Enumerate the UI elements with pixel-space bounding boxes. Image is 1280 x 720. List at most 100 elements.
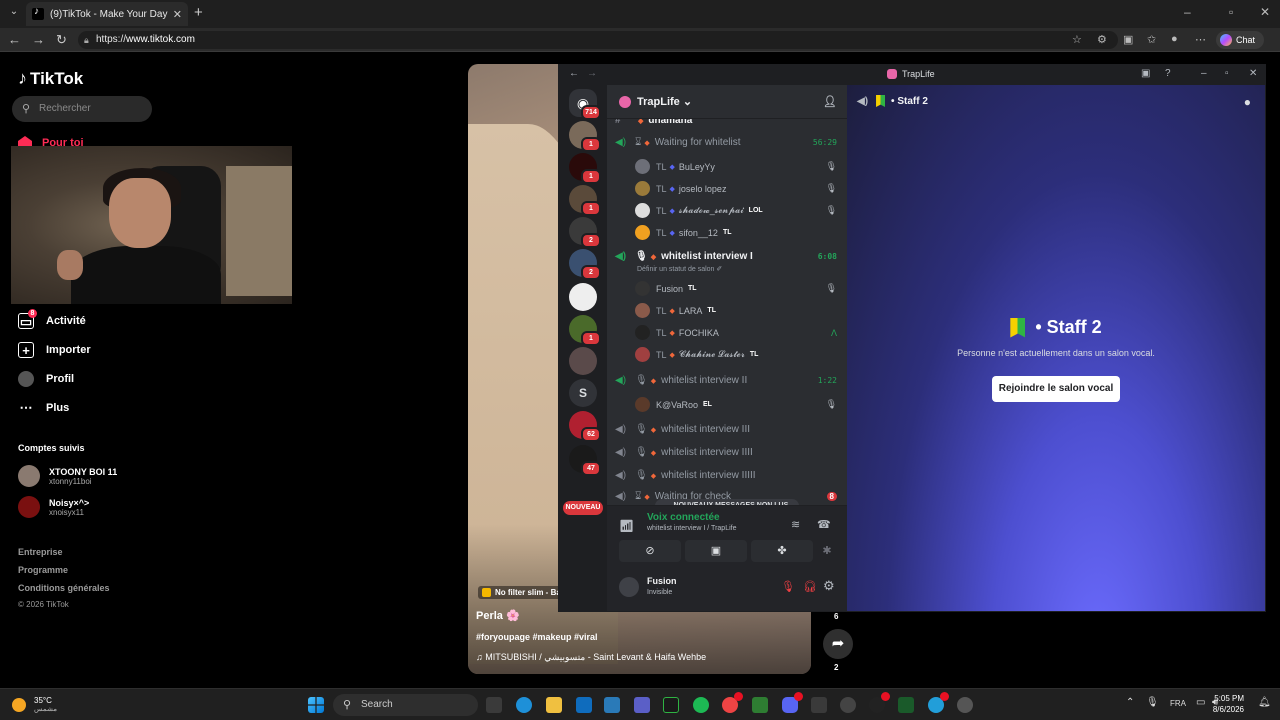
server-icon[interactable]: 1 (569, 185, 601, 216)
favorites-icon[interactable]: ✩ (1147, 33, 1156, 46)
language-indicator[interactable]: FRA (1170, 699, 1186, 708)
activities-button[interactable]: ✤ (751, 540, 813, 562)
join-voice-button[interactable]: Rejoindre le salon vocal (992, 376, 1120, 402)
weather-widget[interactable]: 35°C مشمس (12, 696, 57, 713)
teams-icon[interactable] (634, 697, 650, 713)
split-screen-icon[interactable]: ▣ (1123, 33, 1133, 46)
maximize-icon[interactable]: ▫ (1225, 68, 1229, 79)
footer-link[interactable]: Programme (18, 565, 68, 575)
inbox-icon[interactable]: ▣ (1141, 68, 1150, 79)
server-icon[interactable]: 47 (569, 445, 601, 476)
display-icon[interactable]: ▭ (1196, 697, 1205, 708)
server-icon[interactable]: 62 (569, 411, 601, 442)
nav-activite[interactable]: ▭ 8 Activité (18, 309, 86, 329)
settings-icon[interactable] (957, 697, 973, 713)
profile-icon[interactable]: ● (1171, 33, 1178, 45)
user-avatar[interactable] (619, 577, 639, 597)
search-input[interactable]: ⚲ Rechercher (12, 96, 152, 122)
spotify-icon[interactable] (693, 697, 709, 713)
server-icon[interactable]: 2 (569, 249, 601, 280)
extensions-icon[interactable]: ⚙ (1097, 33, 1107, 46)
voice-user[interactable]: TL ◆ BuLeyYy 🎙︎ (635, 159, 841, 174)
forward-icon[interactable]: → (32, 32, 45, 47)
tab-tiktok[interactable]: (9)TikTok - Make Your Day ✕ (26, 2, 188, 26)
mic-icon[interactable]: 🎙︎ (1146, 697, 1159, 708)
followed-account[interactable]: Noisy×^> xnoisyx11 (18, 496, 89, 518)
nav-importer[interactable]: + Importer (18, 342, 91, 358)
chat-bubble-icon[interactable]: ● (1244, 95, 1251, 109)
server-icon[interactable]: 1 (569, 153, 601, 184)
more-icon[interactable]: ⋯ (1195, 33, 1206, 46)
voice-user[interactable]: TL ◆ 𝓒𝓱𝓪𝓱𝓲𝓷𝓮 𝓛𝓪𝓼𝓽𝓮𝓻 TL (635, 347, 841, 362)
restore-icon[interactable]: ▫ (1229, 5, 1233, 19)
invite-icon[interactable]: 👤︎ (823, 95, 837, 108)
store-icon[interactable] (604, 697, 620, 713)
minimize-icon[interactable]: – (1201, 68, 1207, 79)
server-icon[interactable]: S (569, 379, 597, 407)
new-unread-pill[interactable]: NOUVEAU (563, 501, 603, 515)
voice-user[interactable]: Fusion TL 🎙︎ (635, 281, 841, 296)
nav-plus[interactable]: ⋯ Plus (18, 400, 70, 416)
tiktok-logo[interactable]: ♪ TikTok (18, 68, 83, 89)
file-explorer-icon[interactable] (546, 697, 562, 713)
share-button[interactable]: ➦ (823, 629, 853, 659)
close-icon[interactable]: ✕ (1249, 68, 1257, 79)
voice-user[interactable]: TL ◆ 𝓼𝓱𝓪𝓭𝓸𝔀_𝓼𝓮𝓷𝓹𝓪𝓲 LOL 🎙︎ (635, 203, 841, 218)
close-tab-icon[interactable]: ✕ (173, 8, 182, 21)
telegram-icon[interactable] (928, 692, 949, 713)
screen-share-button[interactable]: ▣ (685, 540, 747, 562)
snipping-icon[interactable] (811, 697, 827, 713)
help-icon[interactable]: ? (1165, 68, 1171, 79)
forward-icon[interactable]: → (587, 68, 597, 79)
footer-link[interactable]: Entreprise (18, 547, 63, 557)
start-icon[interactable] (308, 697, 324, 713)
copilot-chat-button[interactable]: Chat (1216, 31, 1264, 49)
server-header[interactable]: TrapLife ⌄ 👤︎ (607, 85, 847, 119)
settings-gear-icon[interactable]: ⚙ (823, 578, 835, 594)
voice-channel-waiting[interactable]: ◀︎) ⌛︎ ◆ Waiting for whitelist 56:29 (615, 137, 841, 148)
video-music[interactable]: ♫ MITSUBISHI / متسوبيشي - Saint Levant &… (476, 652, 706, 663)
voice-channel-interview-2[interactable]: ◀︎) 🎙︎ ◆ whitelist interview II 1:22 (615, 375, 841, 386)
discord-home-icon[interactable]: ◉ 714 (569, 89, 601, 120)
voice-channel-interview-3[interactable]: ◀︎) 🎙︎ ◆ whitelist interview III (615, 424, 841, 435)
deafened-icon[interactable]: 🎧︎ (803, 580, 817, 593)
clock[interactable]: 5:05 PM 8/6/2026 (1206, 693, 1244, 715)
channel-status[interactable]: Définir un statut de salon ✐ (637, 265, 722, 273)
video-author[interactable]: Perla 🌸 (476, 609, 520, 622)
notifications-icon[interactable]: 🔔︎ (1258, 697, 1271, 708)
server-icon[interactable]: 2 (569, 217, 601, 248)
discord-icon[interactable] (782, 692, 803, 713)
camera-off-button[interactable]: ⊘ (619, 540, 681, 562)
traplife-server-icon[interactable] (569, 283, 597, 311)
voice-connected-subtitle[interactable]: whitelist interview I / TrapLife (647, 525, 736, 532)
voice-user[interactable]: K@VaRoo EL 🎙︎ (635, 397, 841, 412)
video-hashtags[interactable]: #foryoupage #makeup #viral (476, 632, 598, 642)
nav-profil[interactable]: Profil (18, 371, 74, 387)
voice-user[interactable]: TL ◆ joselo lopez 🎙︎ (635, 181, 841, 196)
voice-user[interactable]: TL ◆ FOCHIKA Λ (635, 325, 841, 340)
signal-icon[interactable]: 📶︎ (619, 519, 634, 533)
task-view-icon[interactable] (486, 697, 502, 713)
mic-muted-icon[interactable]: 🎙︎ (781, 580, 795, 593)
server-icon[interactable] (569, 347, 597, 375)
video-effect-chip[interactable]: No filter slim - Ba (478, 586, 565, 599)
server-icon[interactable]: 1 (569, 315, 601, 346)
voice-user[interactable]: TL ◆ sifon__12 TL (635, 225, 841, 240)
voice-channel-interview-4[interactable]: ◀︎) 🎙︎ ◆ whitelist interview IIII (615, 447, 841, 458)
voice-connected-title[interactable]: Voix connectée (647, 512, 720, 523)
refresh-icon[interactable]: ↻ (56, 32, 67, 48)
edge-icon[interactable] (516, 697, 532, 713)
minimize-icon[interactable]: – (1184, 5, 1191, 19)
footer-link[interactable]: Conditions générales (18, 583, 110, 593)
voice-channel-interview-1[interactable]: ◀︎) 🎙︎ ◆ whitelist interview I 6:08 (615, 251, 841, 262)
back-icon[interactable]: ← (569, 68, 579, 79)
favorite-star-icon[interactable]: ☆ (1072, 33, 1082, 46)
noise-suppression-icon[interactable]: ≋ (791, 518, 800, 531)
back-icon[interactable]: ← (8, 32, 21, 47)
new-tab-icon[interactable]: + (194, 4, 203, 21)
taskbar-search[interactable]: ⚲ Search (333, 694, 478, 716)
tray-chevron-icon[interactable]: ⌃ (1126, 697, 1134, 708)
followed-account[interactable]: XTOONY BOI 11 xtonny11boi (18, 465, 117, 487)
tab-menu-icon[interactable]: ⌄ (6, 6, 22, 22)
obs-icon[interactable] (869, 692, 890, 713)
